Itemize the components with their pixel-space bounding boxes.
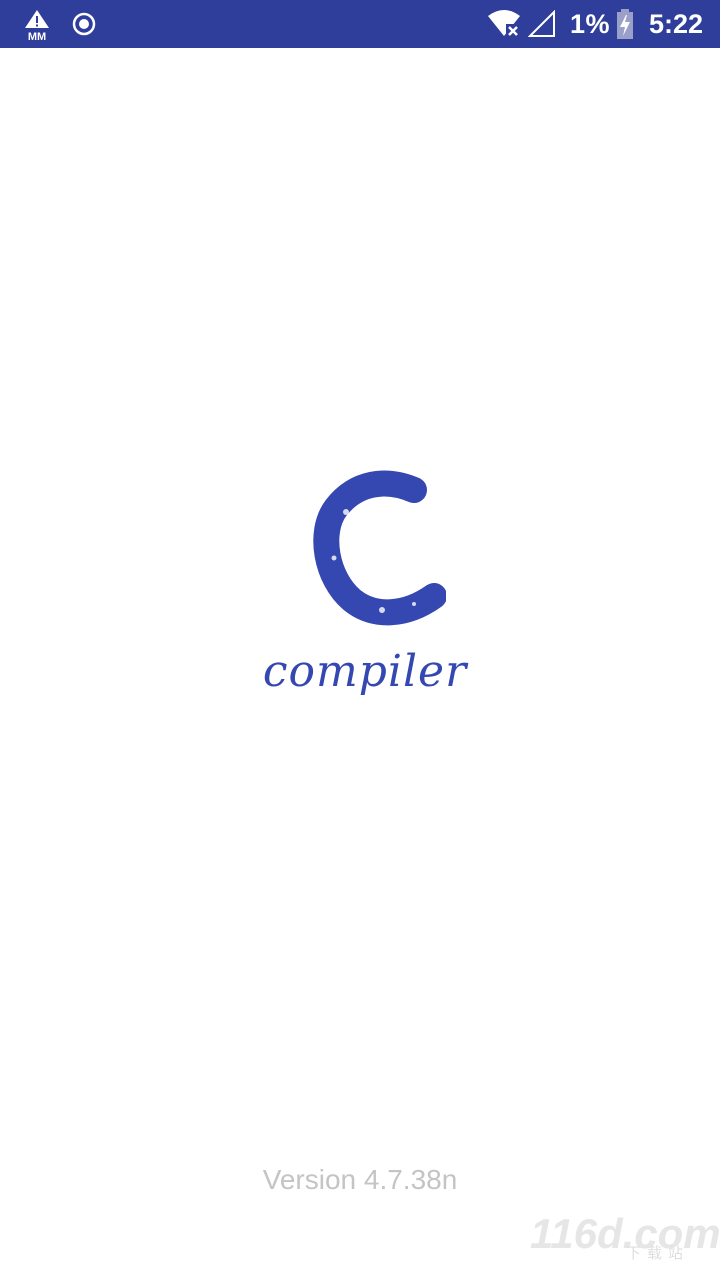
battery-charging-icon <box>617 9 633 39</box>
version-label: Version 4.7.38n <box>262 1164 458 1195</box>
battery-percent: 1% <box>570 9 611 39</box>
record-icon <box>72 12 96 36</box>
signal-icon <box>528 10 555 37</box>
watermark-subtext: 下载站 <box>626 1245 690 1262</box>
clock: 5:22 <box>649 9 704 39</box>
app-logo: compiler <box>240 460 490 730</box>
logo-wordmark: compiler <box>262 646 468 697</box>
warning-mm-icon: MM <box>25 10 49 42</box>
c-letter-logo-icon <box>313 470 446 626</box>
wifi-off-icon <box>488 10 522 38</box>
svg-text:MM: MM <box>28 31 46 42</box>
watermark: 116d.com 下载站 <box>530 1210 720 1270</box>
splash-screen: MM 1% 5:22 compiler Version 4.7.38n 116d… <box>0 0 720 1280</box>
watermark-text: 116d.com <box>530 1210 720 1257</box>
status-bar: MM 1% 5:22 <box>0 0 720 48</box>
